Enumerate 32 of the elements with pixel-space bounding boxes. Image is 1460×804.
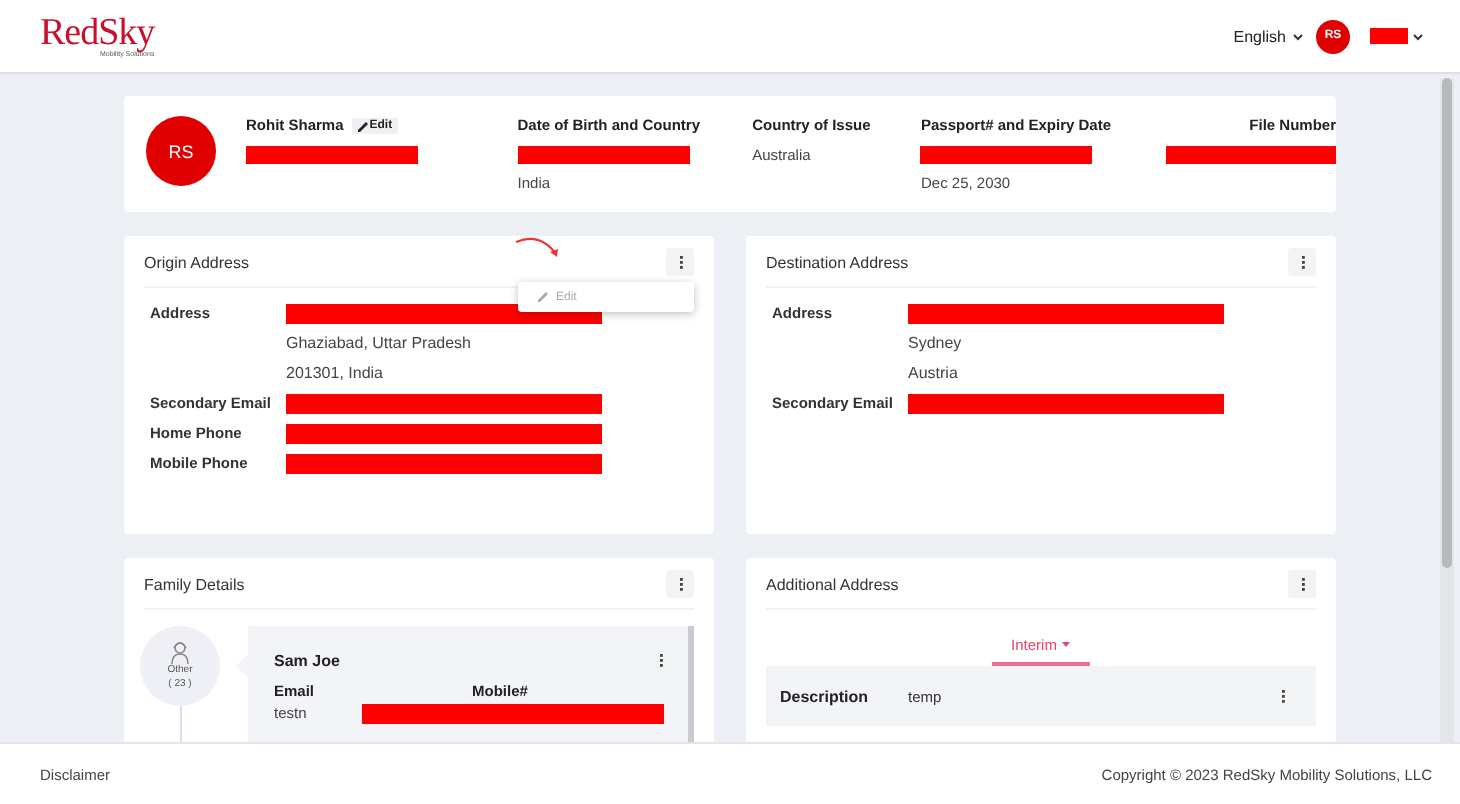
caret-icon	[1292, 31, 1304, 41]
more-button[interactable]	[666, 248, 694, 276]
more-icon	[1297, 576, 1307, 592]
more-icon	[1277, 688, 1287, 704]
language-dropdown[interactable]: English	[1233, 27, 1304, 45]
field-label: Description	[780, 687, 871, 705]
redaction-bar	[1370, 28, 1408, 44]
field-value: Austria	[908, 364, 960, 384]
more-icon	[1297, 254, 1307, 270]
card-title: Family Details	[144, 575, 245, 593]
more-icon	[655, 652, 665, 668]
field-value: 201301, India	[286, 364, 385, 384]
more-button[interactable]	[666, 570, 694, 598]
more-button[interactable]	[1288, 570, 1316, 598]
field-value: Sydney	[908, 334, 964, 354]
profile-avatar: RS	[146, 116, 216, 186]
caret-icon	[1412, 31, 1424, 41]
more-button[interactable]	[1288, 248, 1316, 276]
caret-icon	[1062, 642, 1071, 648]
member-name: Sam Joe	[274, 651, 340, 669]
more-icon	[675, 254, 685, 270]
card-title: Origin Address	[144, 253, 249, 271]
user-menu[interactable]	[1370, 28, 1424, 44]
person-icon	[168, 640, 192, 664]
scrollbar-thumb[interactable]	[1442, 78, 1452, 568]
field-value: Ghaziabad, Uttar Pradesh	[286, 334, 473, 354]
more-icon	[675, 576, 685, 592]
logo-text: RedSky	[40, 13, 155, 52]
pencil-icon	[357, 121, 368, 131]
card-title: Additional Address	[766, 575, 899, 593]
card-title: Destination Address	[766, 253, 909, 271]
annotation-arrow	[512, 236, 562, 260]
